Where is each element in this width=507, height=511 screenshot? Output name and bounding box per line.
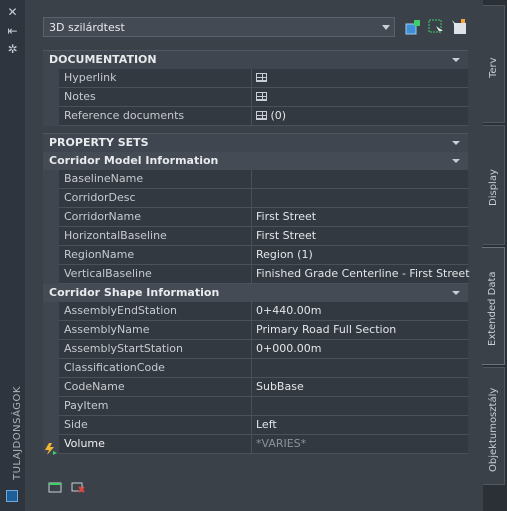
property-value[interactable]: [251, 170, 486, 188]
property-value[interactable]: (0): [251, 107, 486, 125]
section-title: DOCUMENTATION: [49, 53, 157, 66]
property-value[interactable]: *VARIES*: [251, 435, 486, 453]
table-icon[interactable]: [256, 72, 267, 82]
tab-label: Objektumosztály: [488, 387, 499, 472]
property-name: Reference documents: [64, 109, 185, 122]
remove-property-sets-icon[interactable]: [71, 481, 85, 493]
tab-terv[interactable]: Terv: [483, 5, 505, 123]
tab-label: Extended Data: [487, 271, 498, 346]
tab-label: Display: [488, 169, 499, 206]
property-row[interactable]: CodeName SubBase: [59, 378, 468, 397]
tab-label: Terv: [488, 57, 499, 78]
property-row[interactable]: AssemblyStartStation 0+000.00m: [59, 340, 468, 359]
documentation-header[interactable]: DOCUMENTATION: [43, 50, 468, 69]
property-value[interactable]: Region (1): [251, 246, 486, 264]
collapse-icon[interactable]: [452, 291, 460, 295]
collapse-icon[interactable]: [452, 58, 460, 62]
table-icon[interactable]: [256, 110, 267, 120]
property-sets-section: PROPERTY SETS Corridor Model Information…: [43, 133, 470, 454]
property-value[interactable]: [251, 69, 486, 87]
property-row[interactable]: AssemblyName Primary Road Full Section: [59, 321, 468, 340]
tab-extended-data[interactable]: Extended Data: [482, 247, 505, 365]
tab-objektumosztaly[interactable]: Objektumosztály: [483, 367, 505, 485]
property-value[interactable]: Left: [251, 416, 486, 434]
property-name: BaselineName: [64, 172, 144, 185]
property-value[interactable]: 0+440.00m: [251, 302, 486, 320]
property-name: CorridorDesc: [64, 191, 136, 204]
property-value[interactable]: [251, 359, 486, 377]
table-icon[interactable]: [256, 91, 267, 101]
property-name: Hyperlink: [64, 71, 117, 84]
property-row[interactable]: PayItem: [59, 397, 468, 416]
property-row-hyperlink[interactable]: Hyperlink: [59, 69, 468, 88]
property-value[interactable]: First Street: [251, 227, 486, 245]
property-name: ClassificationCode: [64, 361, 165, 374]
add-property-sets-icon[interactable]: [48, 481, 62, 493]
property-value[interactable]: 0+000.00m: [251, 340, 486, 358]
property-name: Side: [64, 418, 88, 431]
select-objects-icon[interactable]: [427, 18, 445, 36]
collapse-icon[interactable]: [452, 141, 460, 145]
properties-menu-icon[interactable]: ✲: [4, 42, 21, 56]
subsection-title: Corridor Shape Information: [49, 286, 220, 299]
property-row[interactable]: RegionName Region (1): [59, 246, 468, 265]
tab-display[interactable]: Display: [483, 125, 505, 245]
close-icon[interactable]: ✕: [4, 5, 21, 19]
property-row[interactable]: AssemblyEndStation 0+440.00m: [59, 302, 468, 321]
quick-select-icon[interactable]: [404, 18, 422, 36]
property-value[interactable]: [251, 189, 486, 207]
property-value[interactable]: Finished Grade Centerline - First Street: [251, 265, 486, 283]
palette-tabs: Terv Display Extended Data Objektumosztá…: [482, 0, 507, 511]
property-row[interactable]: CorridorName First Street: [59, 208, 468, 227]
palette-title: TULAJDONSÁGOK: [12, 386, 23, 480]
property-name: RegionName: [64, 248, 135, 261]
corridor-model-header[interactable]: Corridor Model Information: [43, 152, 468, 170]
properties-content: 3D szilárdtest DOCUMENTATION Hyperlink N…: [25, 0, 483, 511]
property-name: AssemblyStartStation: [64, 342, 183, 355]
property-value[interactable]: Primary Road Full Section: [251, 321, 486, 339]
property-value[interactable]: First Street: [251, 208, 486, 226]
property-name: CorridorName: [64, 210, 142, 223]
property-name: PayItem: [64, 399, 109, 412]
property-row[interactable]: Volume *VARIES*: [59, 435, 468, 454]
property-value[interactable]: SubBase: [251, 378, 486, 396]
property-row[interactable]: Side Left: [59, 416, 468, 435]
object-type-value: 3D szilárdtest: [49, 21, 125, 34]
property-name: VerticalBaseline: [64, 267, 152, 280]
property-row[interactable]: ClassificationCode: [59, 359, 468, 378]
section-title: PROPERTY SETS: [49, 136, 149, 149]
property-row[interactable]: HorizontalBaseline First Street: [59, 227, 468, 246]
property-row-notes[interactable]: Notes: [59, 88, 468, 107]
property-name: HorizontalBaseline: [64, 229, 167, 242]
varies-lightning-icon: [45, 443, 57, 455]
palette-icon: [6, 490, 18, 502]
corridor-shape-header[interactable]: Corridor Shape Information: [43, 284, 468, 302]
pickadd-toggle-icon[interactable]: [450, 18, 468, 36]
property-row[interactable]: CorridorDesc: [59, 189, 468, 208]
property-name: CodeName: [64, 380, 125, 393]
property-name: Notes: [64, 90, 96, 103]
property-name: AssemblyName: [64, 323, 150, 336]
property-value[interactable]: [251, 397, 486, 415]
collapse-icon[interactable]: [452, 159, 460, 163]
property-row[interactable]: VerticalBaseline Finished Grade Centerlin…: [59, 265, 470, 284]
subsection-title: Corridor Model Information: [49, 154, 219, 167]
object-type-select[interactable]: 3D szilárdtest: [43, 17, 395, 37]
chevron-down-icon: [382, 25, 390, 30]
property-row-reference-documents[interactable]: Reference documents (0): [59, 107, 468, 126]
property-value[interactable]: [251, 88, 486, 106]
documentation-section: DOCUMENTATION Hyperlink Notes Reference …: [43, 50, 468, 126]
palette-titlebar: ✕ ⇤ ✲ TULAJDONSÁGOK: [0, 0, 26, 511]
reference-count: (0): [270, 109, 287, 122]
property-sets-header[interactable]: PROPERTY SETS: [43, 133, 468, 152]
property-row[interactable]: BaselineName: [59, 170, 468, 189]
auto-hide-icon[interactable]: ⇤: [4, 24, 21, 38]
property-name: AssemblyEndStation: [64, 304, 178, 317]
property-name: Volume: [64, 437, 105, 450]
